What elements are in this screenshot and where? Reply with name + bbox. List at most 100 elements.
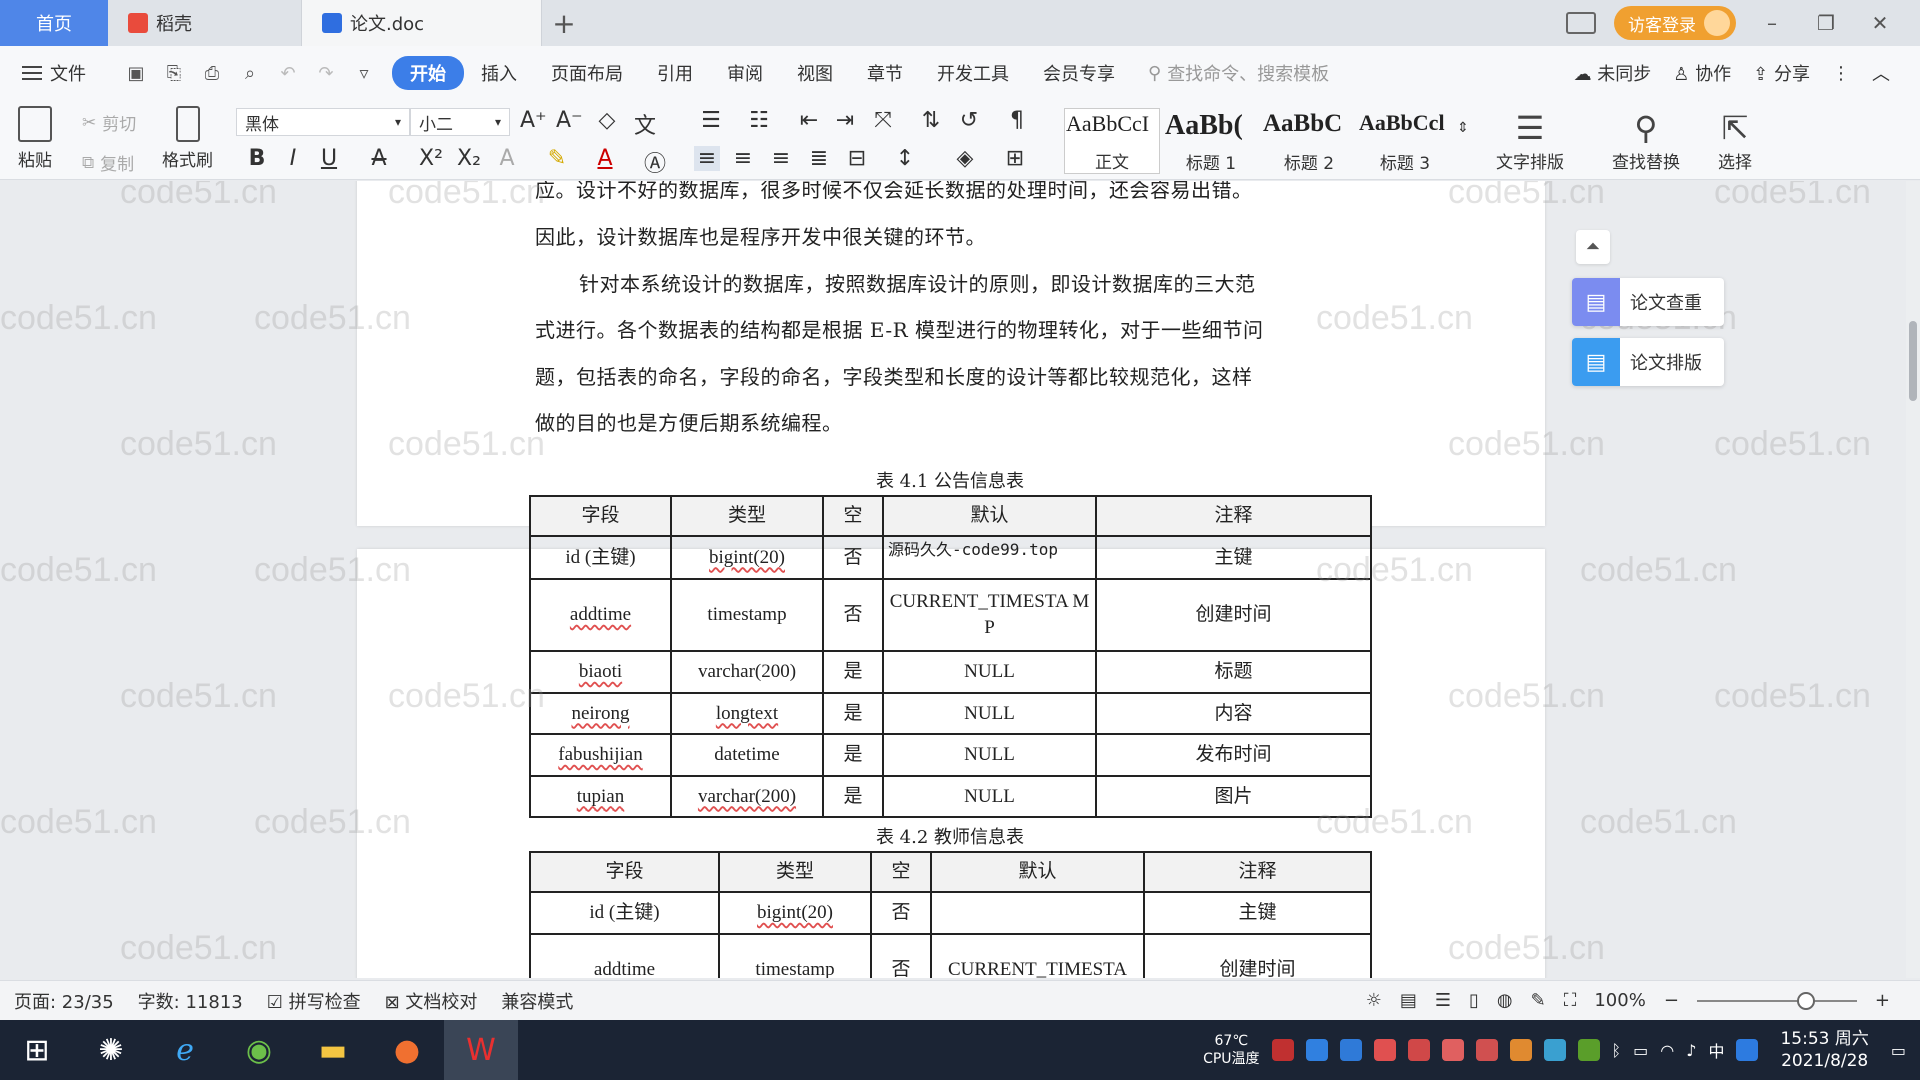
zoom-slider[interactable] (1696, 991, 1857, 1010)
sync-button[interactable]: ☁ 未同步 (1574, 60, 1652, 86)
table-cell[interactable]: 否 (870, 891, 932, 935)
spellcheck-button[interactable]: ☑ 拼写检查 (253, 988, 371, 1014)
vertical-scrollbar[interactable] (1906, 181, 1920, 978)
table-cell[interactable]: 主键 (1143, 891, 1372, 935)
table-cell[interactable]: NULL (882, 692, 1097, 735)
more-icon[interactable]: ⋮ (1832, 63, 1850, 84)
window-layout-icon[interactable] (1566, 12, 1596, 34)
body-paragraph-line[interactable]: 因此，设计数据库也是程序开发中很关键的环节。 (535, 221, 1365, 250)
menu-member[interactable]: 会员专享 (1026, 60, 1132, 86)
menu-start[interactable]: 开始 (392, 56, 464, 90)
table-header-cell[interactable]: 字段 (529, 851, 720, 893)
menu-references[interactable]: 引用 (640, 60, 710, 86)
style-heading-2[interactable]: AaBbC 标题 2 (1260, 108, 1358, 174)
style-heading-1[interactable]: AaBb( 标题 1 (1162, 108, 1260, 174)
undo-icon[interactable]: ↶ (276, 63, 300, 84)
table-header-cell[interactable]: 空 (822, 495, 884, 537)
menu-chapter[interactable]: 章节 (850, 60, 920, 86)
cpu-temp-widget[interactable]: 67℃ CPU温度 (1203, 1032, 1259, 1068)
new-tab-button[interactable]: + (542, 0, 586, 46)
collab-button[interactable]: ♙ 协作 (1673, 60, 1731, 86)
tray-app-icon[interactable] (1305, 1039, 1328, 1061)
table-cell[interactable]: 图片 (1095, 775, 1372, 818)
zoom-in-icon[interactable]: + (1875, 990, 1890, 1011)
page-indicator[interactable]: 页面: 23/35 (0, 988, 124, 1014)
table-header-cell[interactable]: 注释 (1143, 851, 1372, 893)
bullets-icon[interactable]: ☰ (698, 108, 724, 133)
styles-scroll-icon[interactable]: ⇕ (1450, 120, 1476, 136)
align-left-icon[interactable]: ≡ (694, 146, 720, 171)
scrollbar-thumb[interactable] (1909, 321, 1917, 401)
wifi-icon[interactable]: ◠ (1660, 1041, 1674, 1060)
shield-icon[interactable] (1339, 1039, 1362, 1061)
qq-icon[interactable] (1736, 1039, 1759, 1061)
body-paragraph-line[interactable]: 针对本系统设计的数据库，按照数据库设计的原则，即设计数据库的三大范 (535, 268, 1365, 297)
table-teacher[interactable]: 字段 类型 空 默认 注释 id (主键) bigint(20) 否 主键 ad… (529, 851, 1372, 978)
tray-app-icon[interactable] (1509, 1039, 1532, 1061)
table-cell[interactable]: bigint(20) (718, 891, 872, 935)
proofread-button[interactable]: ⊠ 文档校对 (371, 988, 488, 1014)
ie-browser-icon[interactable]: ℯ (148, 1020, 222, 1080)
table-cell[interactable]: 创建时间 (1095, 578, 1372, 652)
superscript-icon[interactable]: X² (418, 146, 444, 171)
menu-view[interactable]: 视图 (780, 60, 850, 86)
font-size-select[interactable]: 小二 ▾ (410, 108, 510, 136)
align-right-icon[interactable]: ≡ (768, 146, 794, 171)
subscript-icon[interactable]: X₂ (456, 146, 482, 171)
grow-font-icon[interactable]: A⁺ (520, 108, 547, 133)
sort-icon[interactable]: ⇅ (918, 108, 944, 133)
table-cell[interactable]: 否 (822, 535, 884, 580)
table-cell[interactable]: id (主键) (529, 891, 720, 935)
tray-app-icon[interactable] (1543, 1039, 1566, 1061)
file-explorer-icon[interactable]: ▬ (296, 1020, 370, 1080)
style-normal[interactable]: AaBbCcI 正文 (1064, 108, 1160, 174)
tray-app-icon[interactable] (1271, 1039, 1294, 1061)
decrease-indent-icon[interactable]: ⇤ (796, 108, 822, 133)
restore-icon[interactable]: ❐ (1808, 11, 1844, 35)
menu-review[interactable]: 审阅 (710, 60, 780, 86)
table-cell[interactable]: varchar(200) (670, 775, 824, 818)
word-count[interactable]: 字数: 11813 (124, 988, 253, 1014)
chinese-layout-icon[interactable]: ⤧ (870, 108, 896, 133)
table-cell[interactable]: 发布时间 (1095, 733, 1372, 777)
table-caption[interactable]: 表 4.2 教师信息表 (800, 823, 1100, 849)
char-border-icon[interactable]: Ⓐ (642, 146, 668, 178)
command-search[interactable]: ⚲ 查找命令、搜索模板 (1148, 60, 1329, 86)
table-row[interactable]: neirong longtext 是 NULL 内容 (529, 692, 1372, 735)
table-cell[interactable]: 源码久久-code99.top (882, 535, 1097, 580)
print-icon[interactable]: ⎙ (200, 63, 224, 84)
page-view-icon[interactable]: ▤ (1400, 990, 1417, 1011)
find-replace-button[interactable]: ⚲ 查找替换 (1612, 108, 1680, 173)
tray-app-icon[interactable] (1441, 1039, 1464, 1061)
table-cell[interactable]: 是 (822, 650, 884, 694)
table-header-cell[interactable]: 字段 (529, 495, 672, 537)
italic-icon[interactable]: I (280, 146, 306, 171)
bluetooth-icon[interactable]: ᛒ (1612, 1041, 1622, 1060)
select-button[interactable]: ⇱ 选择 (1718, 108, 1752, 173)
table-cell[interactable]: tupian (529, 775, 672, 818)
table-cell[interactable]: addtime (529, 933, 720, 978)
table-cell[interactable]: 主键 (1095, 535, 1372, 580)
underline-icon[interactable]: U (316, 146, 342, 171)
table-cell[interactable]: bigint(20) (670, 535, 824, 580)
wps-office-icon[interactable]: W (444, 1020, 518, 1080)
tab-document[interactable]: 论文.doc (302, 0, 542, 46)
fit-page-icon[interactable]: ⛶ (1564, 990, 1577, 1011)
table-cell[interactable]: CURRENT_TIMESTA (930, 933, 1145, 978)
menu-developer[interactable]: 开发工具 (920, 60, 1026, 86)
table-cell[interactable]: fabushijian (529, 733, 672, 777)
guest-login-button[interactable]: 访客登录 (1614, 6, 1736, 40)
table-cell[interactable]: timestamp (718, 933, 872, 978)
collapse-ribbon-icon[interactable]: ︿ (1872, 60, 1890, 86)
justify-icon[interactable]: ≣ (806, 146, 832, 171)
table-row[interactable]: tupian varchar(200) 是 NULL 图片 (529, 775, 1372, 818)
body-paragraph-line[interactable]: 式进行。各个数据表的结构都是根据 E-R 模型进行的物理转化，对于一些细节问 (535, 314, 1365, 343)
table-row[interactable]: biaoti varchar(200) 是 NULL 标题 (529, 650, 1372, 694)
table-row[interactable]: addtime timestamp 否 CURRENT_TIMESTA MP 创… (529, 578, 1372, 652)
menu-insert[interactable]: 插入 (464, 60, 534, 86)
table-cell[interactable]: NULL (882, 650, 1097, 694)
panel-collapse-button[interactable]: ⏶ (1576, 230, 1610, 264)
table-cell[interactable]: addtime (529, 578, 672, 652)
tray-app-icon[interactable] (1407, 1039, 1430, 1061)
font-color-icon[interactable]: A (592, 146, 618, 171)
